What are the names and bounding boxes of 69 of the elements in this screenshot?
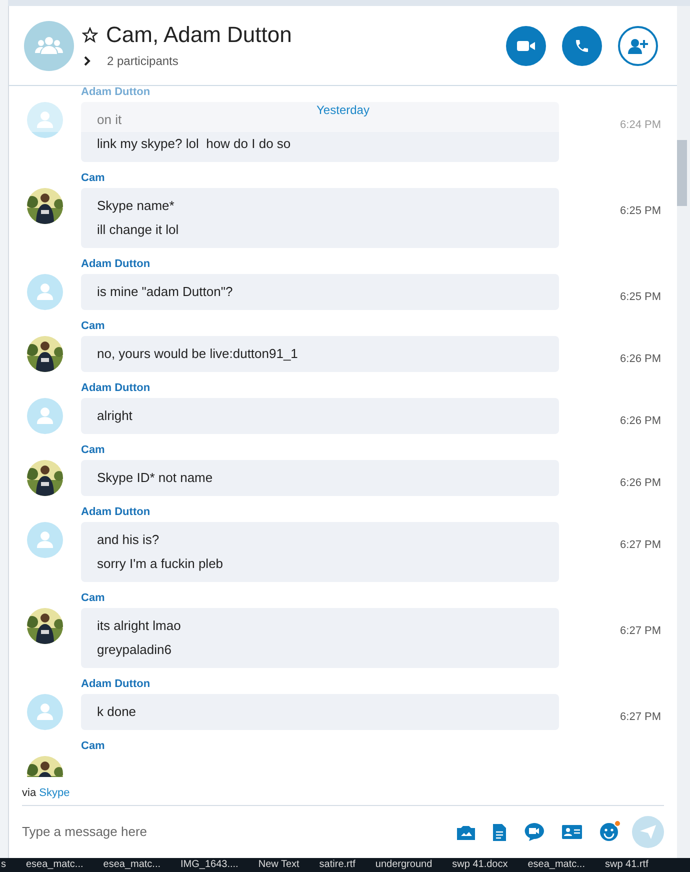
default-avatar-icon	[27, 694, 63, 730]
message-time: 6:27 PM	[620, 539, 661, 551]
message-text: on it	[97, 111, 122, 129]
taskbar-item[interactable]: swp 41.rtf	[605, 858, 648, 872]
send-icon	[640, 825, 656, 839]
media-icon[interactable]	[457, 824, 475, 840]
taskbar-item[interactable]: underground	[375, 858, 432, 872]
scrollbar-thumb[interactable]	[677, 140, 687, 206]
message-text: alright	[97, 407, 132, 425]
sender-name: Cam	[81, 444, 106, 457]
message-text: and his is?	[97, 531, 160, 549]
taskbar-item[interactable]: IMG_1643....	[180, 858, 238, 872]
message-text: greypaladin6	[97, 641, 172, 659]
message-text: Skype ID* not name	[97, 469, 213, 487]
taskbar-item[interactable]: esea_matc...	[26, 858, 84, 872]
default-avatar-icon	[27, 102, 63, 138]
message-time: 6:27 PM	[620, 711, 661, 723]
taskbar-item[interactable]: s	[1, 858, 6, 872]
message-text: its alright lmao	[97, 617, 181, 635]
add-person-icon	[628, 38, 648, 54]
taskbar-item[interactable]: New Text	[258, 858, 300, 872]
taskbar-item[interactable]: satire.rtf	[319, 858, 356, 872]
message-time: 6:24 PM	[620, 119, 661, 131]
file-icon[interactable]	[493, 824, 506, 840]
conversation-title: Cam, Adam Dutton	[106, 22, 292, 48]
message-text: ill change it lol	[97, 221, 179, 239]
skype-link[interactable]: Skype	[39, 786, 70, 798]
taskbar-item[interactable]: esea_matc...	[528, 858, 585, 872]
message-time: 6:26 PM	[620, 477, 661, 489]
star-icon[interactable]	[82, 26, 98, 42]
phone-icon	[574, 38, 590, 54]
message-input[interactable]: Type a message here	[22, 822, 457, 842]
sender-name: Adam Dutton	[81, 258, 152, 271]
sender-name: Cam	[81, 740, 106, 753]
message-time: 6:25 PM	[620, 291, 661, 303]
message-time: 6:26 PM	[620, 415, 661, 427]
message-time: 6:26 PM	[620, 353, 661, 365]
via-label: via	[22, 786, 36, 798]
group-avatar-icon	[24, 20, 74, 70]
message-text: Skype name*	[97, 197, 174, 215]
emoji-icon[interactable]	[600, 823, 618, 841]
participants-count[interactable]: 2 participants	[107, 52, 178, 70]
message-time: 6:25 PM	[620, 205, 661, 217]
message-text: k done	[97, 703, 136, 721]
message-text: link my skype? lol how do I do so	[97, 135, 291, 153]
default-avatar-icon	[27, 398, 63, 434]
taskbar-item[interactable]: swp 41.docx	[452, 858, 508, 872]
default-avatar-icon	[27, 522, 63, 558]
video-camera-icon	[517, 40, 535, 52]
sender-name: Cam	[81, 320, 106, 333]
sender-name: Adam Dutton	[81, 382, 152, 395]
sender-name: Cam	[81, 172, 106, 185]
message-time: 6:27 PM	[620, 625, 661, 637]
add-people-button[interactable]	[618, 26, 658, 66]
chevron-icon[interactable]	[84, 56, 91, 66]
taskbar-item[interactable]: esea_matc...	[103, 858, 161, 872]
default-avatar-icon	[27, 274, 63, 310]
contact-card-icon[interactable]	[562, 825, 582, 839]
call-button[interactable]	[562, 26, 602, 66]
video-message-icon[interactable]	[524, 823, 544, 841]
message-text: sorry I'm a fuckin pleb	[97, 555, 224, 573]
sender-name: Adam Dutton	[81, 506, 152, 519]
sender-name: Adam Dutton	[81, 678, 152, 691]
message-text: is mine "adam Dutton"?	[97, 283, 233, 301]
sender-name: Adam Dutton	[81, 86, 152, 99]
message-text: no, yours would be live:dutton91_1	[97, 345, 298, 363]
sender-name: Cam	[81, 592, 106, 605]
video-call-button[interactable]	[506, 26, 546, 66]
date-divider: Yesterday	[316, 103, 370, 119]
